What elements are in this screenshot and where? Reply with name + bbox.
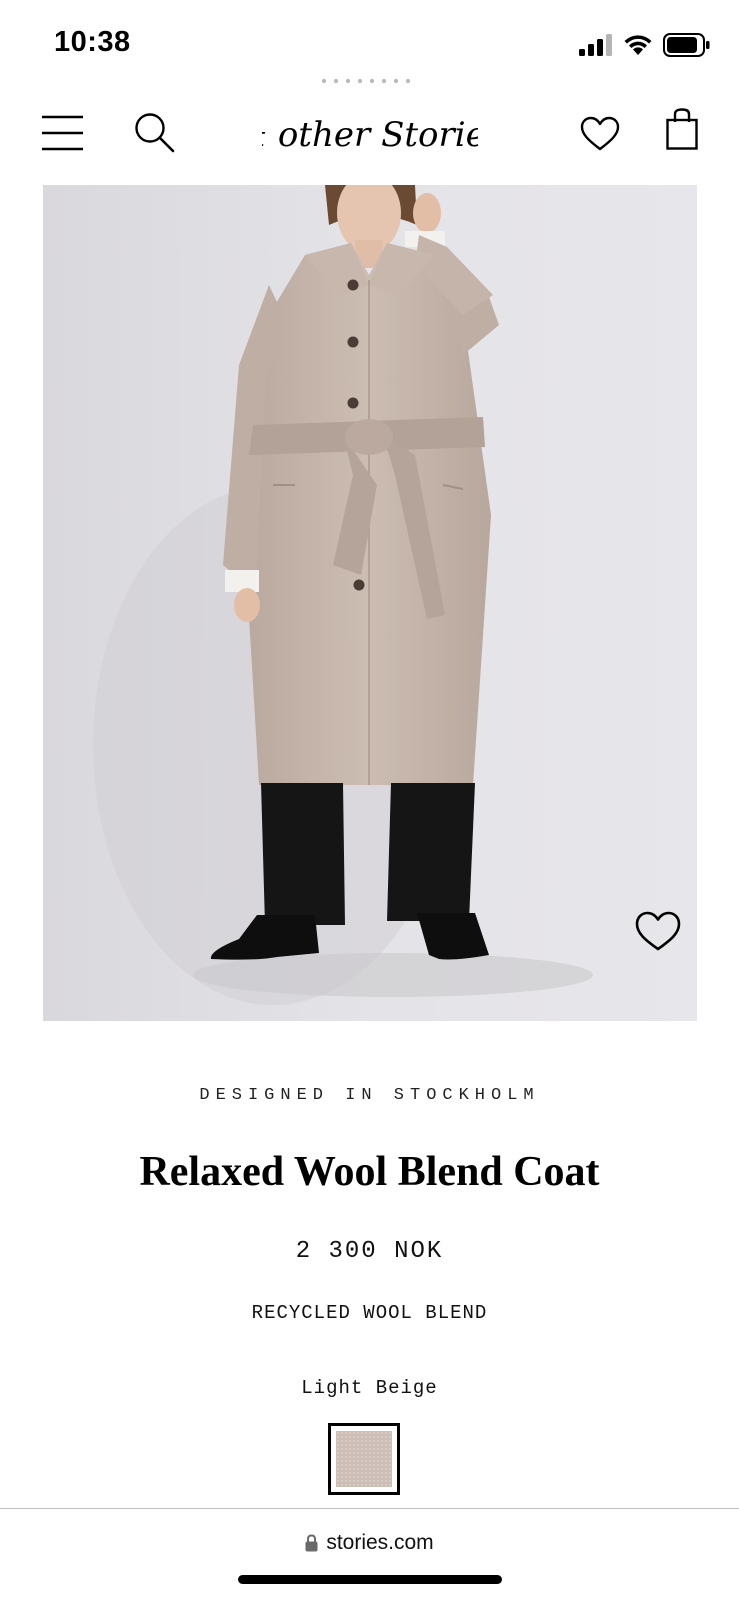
url-text: stories.com: [326, 1531, 434, 1554]
product-material: RECYCLED WOOL BLEND: [251, 1302, 488, 1324]
wifi-icon: [624, 35, 652, 55]
status-icons: [579, 30, 711, 60]
url-wrap: stories.com: [0, 1531, 739, 1555]
product-title: Relaxed Wool Blend Coat: [139, 1149, 600, 1195]
browser-url-bar[interactable]: stories.com: [0, 1508, 739, 1600]
battery-icon: [663, 33, 710, 57]
product-tagline: DESIGNED IN STOCKHOLM: [199, 1086, 540, 1105]
product-wishlist-button[interactable]: [633, 909, 683, 953]
status-time: 10:38: [54, 26, 131, 58]
product-image[interactable]: [43, 185, 697, 1021]
lock-icon: [305, 1534, 318, 1552]
search-icon[interactable]: [134, 112, 176, 154]
color-swatch-light-beige[interactable]: [328, 1423, 400, 1495]
hamburger-menu-icon[interactable]: [42, 114, 84, 152]
heart-icon[interactable]: [580, 116, 620, 152]
swatch-fill: [336, 1431, 392, 1487]
status-bar: 10:38: [0, 0, 739, 88]
logo-text: & other Stories: [262, 115, 478, 155]
coat-photo: [43, 185, 697, 1021]
logo[interactable]: & other Stories: [262, 108, 478, 162]
selected-color-name: Light Beige: [301, 1377, 438, 1399]
home-indicator[interactable]: [238, 1575, 502, 1584]
scroll-dots: [321, 78, 411, 84]
product-price: 2 300 NOK: [295, 1238, 444, 1265]
site-header: & other Stories: [0, 92, 739, 176]
cellular-signal-icon: [579, 34, 612, 56]
shopping-bag-icon[interactable]: [666, 108, 698, 150]
